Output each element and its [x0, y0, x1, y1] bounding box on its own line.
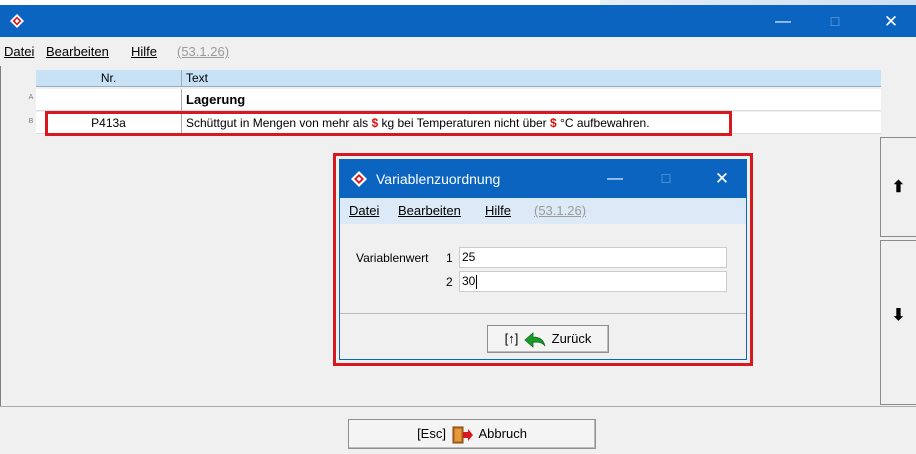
scroll-down-button[interactable]: ⬇	[880, 240, 916, 405]
highlight-row-box	[45, 111, 732, 136]
minimize-button[interactable]: —	[760, 10, 806, 34]
scroll-up-button[interactable]: ⬆	[880, 137, 916, 237]
text-caret	[476, 274, 478, 289]
column-header-text[interactable]: Text	[186, 70, 208, 87]
zurueck-key: [↑]	[504, 331, 519, 346]
dialog-menu-hilfe[interactable]: Hilfe	[485, 203, 511, 218]
arrow-up-icon: ⬆	[891, 179, 906, 196]
variablenzuordnung-dialog: Variablenzuordnung — ☐ ✕ Datei Bearbeite…	[339, 159, 747, 360]
table-row[interactable]: Lagerung	[36, 89, 881, 111]
zurueck-button[interactable]: [↑] Zurück	[487, 325, 609, 353]
row-marker-a: A	[28, 94, 34, 101]
cell-text: Lagerung	[186, 92, 246, 107]
exit-door-icon	[452, 426, 473, 444]
menu-bearbeiten-label: Bearbeiten	[46, 44, 109, 59]
abbruch-key: [Esc]	[417, 426, 446, 441]
back-arrow-icon	[524, 331, 546, 348]
variable-value-2: 30	[462, 274, 476, 288]
dialog-menu-version-label: (53.1.26)	[534, 203, 587, 218]
variable-index-2: 2	[446, 275, 453, 289]
dialog-close-button[interactable]: ✕	[702, 167, 742, 191]
menu-version-label: (53.1.26)	[177, 44, 230, 59]
row-marker-b: B	[28, 118, 34, 125]
dialog-menu-datei-label: Datei	[349, 203, 380, 218]
menu-bearbeiten[interactable]: Bearbeiten	[46, 44, 109, 59]
dialog-menubar: Datei Bearbeiten Hilfe (53.1.26)	[340, 198, 746, 224]
main-titlebar[interactable]: — ☐ ✕	[0, 5, 916, 37]
menu-version: (53.1.26)	[177, 44, 229, 59]
variable-value-1-input[interactable]: 25	[459, 247, 727, 268]
dialog-title: Variablenzuordnung	[376, 171, 501, 187]
bottom-bar: [Esc] Abbruch	[0, 406, 916, 454]
app-diamond-icon	[351, 171, 367, 187]
dialog-menu-bearbeiten[interactable]: Bearbeiten	[398, 203, 461, 218]
column-header-nr[interactable]: Nr.	[36, 70, 182, 87]
zurueck-label: Zurück	[551, 331, 592, 346]
dialog-titlebar[interactable]: Variablenzuordnung — ☐ ✕	[340, 160, 746, 198]
menu-hilfe-label: Hilfe	[131, 44, 158, 59]
grid-header: Nr. Text	[36, 70, 881, 87]
arrow-down-icon: ⬇	[891, 307, 906, 324]
variablenwert-label: Variablenwert	[356, 251, 429, 265]
app-diamond-icon	[10, 14, 24, 28]
variable-value-1: 25	[462, 250, 476, 264]
dialog-footer: [↑] Zurück	[340, 315, 746, 359]
maximize-button[interactable]: ☐	[812, 10, 858, 34]
variable-value-2-input[interactable]: 30	[459, 271, 727, 292]
dialog-minimize-button[interactable]: —	[595, 167, 635, 191]
dialog-menu-bearbeiten-label: Bearbeiten	[398, 203, 461, 218]
menu-datei[interactable]: Datei	[4, 44, 34, 59]
cell-nr	[36, 89, 182, 111]
abbruch-button[interactable]: [Esc] Abbruch	[348, 419, 596, 449]
dialog-menu-hilfe-label: Hilfe	[485, 203, 512, 218]
menu-datei-label: Datei	[4, 44, 35, 59]
variable-index-1: 1	[446, 251, 453, 265]
dialog-body: Variablenwert 1 25 2 30	[340, 224, 746, 314]
main-menubar: Datei Bearbeiten Hilfe (53.1.26)	[0, 37, 916, 66]
close-button[interactable]: ✕	[868, 10, 914, 34]
dialog-maximize-button[interactable]: ☐	[646, 167, 686, 191]
dialog-menu-datei[interactable]: Datei	[349, 203, 379, 218]
menu-hilfe[interactable]: Hilfe	[131, 44, 157, 59]
abbruch-label: Abbruch	[478, 426, 527, 441]
dialog-menu-version: (53.1.26)	[534, 203, 586, 218]
